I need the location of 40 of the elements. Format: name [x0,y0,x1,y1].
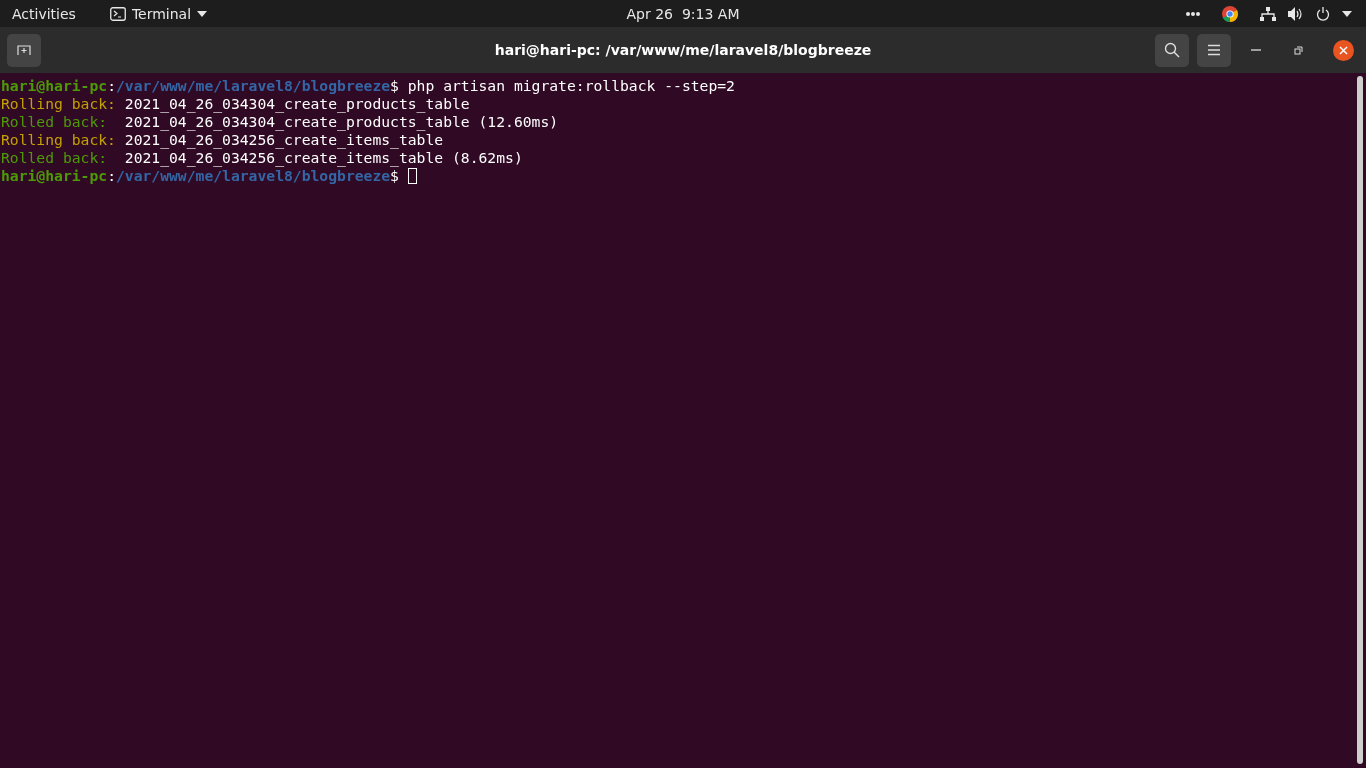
close-icon [1339,45,1348,55]
new-tab-button[interactable] [7,33,41,67]
terminal-text: $ [390,167,400,185]
menu-icon [1207,44,1221,56]
minimize-icon [1251,49,1261,51]
close-button[interactable] [1333,39,1354,61]
prompt-path: /var/www/me/laravel8/blogbreeze [115,167,391,185]
scrollbar[interactable] [1357,76,1363,764]
text-cursor [407,168,417,184]
new-tab-icon [17,45,31,55]
prompt-user: hari@hari-pc [1,167,108,185]
network-icon[interactable] [1260,6,1276,21]
status-label: Rolling back: [1,95,116,113]
browser-icon[interactable] [1222,5,1238,22]
status-label: Rolled back: [1,113,108,131]
prompt-path: /var/www/me/laravel8/blogbreeze [115,77,391,95]
more-icon[interactable] [1186,11,1200,16]
search-button[interactable] [1155,33,1189,67]
terminal-text: $ php artisan migrate:rollback --step=2 [390,77,735,95]
activities-button[interactable]: Activities [12,5,76,22]
prompt-user: hari@hari-pc [1,77,108,95]
power-icon[interactable] [1316,6,1330,21]
clock[interactable]: Apr 26 9:13 AM [626,5,740,22]
status-label: Rolling back: [1,131,116,149]
window-title: hari@hari-pc: /var/www/me/laravel8/blogbreeze [494,42,872,58]
terminal-icon [109,6,126,21]
restore-icon [1293,45,1303,55]
volume-icon[interactable] [1288,6,1304,21]
terminal-text: 2021_04_26_034304_create_products_table [123,95,470,113]
menu-button[interactable] [1197,33,1231,67]
terminal-text: 2021_04_26_034304_create_products_table (12.60ms) [123,113,559,131]
caret-icon[interactable] [1342,10,1352,17]
terminal-text: : [107,167,116,185]
terminal-text: 2021_04_26_034256_create_items_table [123,131,444,149]
terminal-text: 2021_04_26_034256_create_items_table (8.62ms) [123,149,523,167]
caret-icon[interactable] [197,10,208,17]
status-label: Rolled back: [1,149,108,167]
search-icon [1164,42,1180,58]
terminal-text: : [107,77,116,95]
app-menu[interactable]: Terminal [131,5,192,22]
